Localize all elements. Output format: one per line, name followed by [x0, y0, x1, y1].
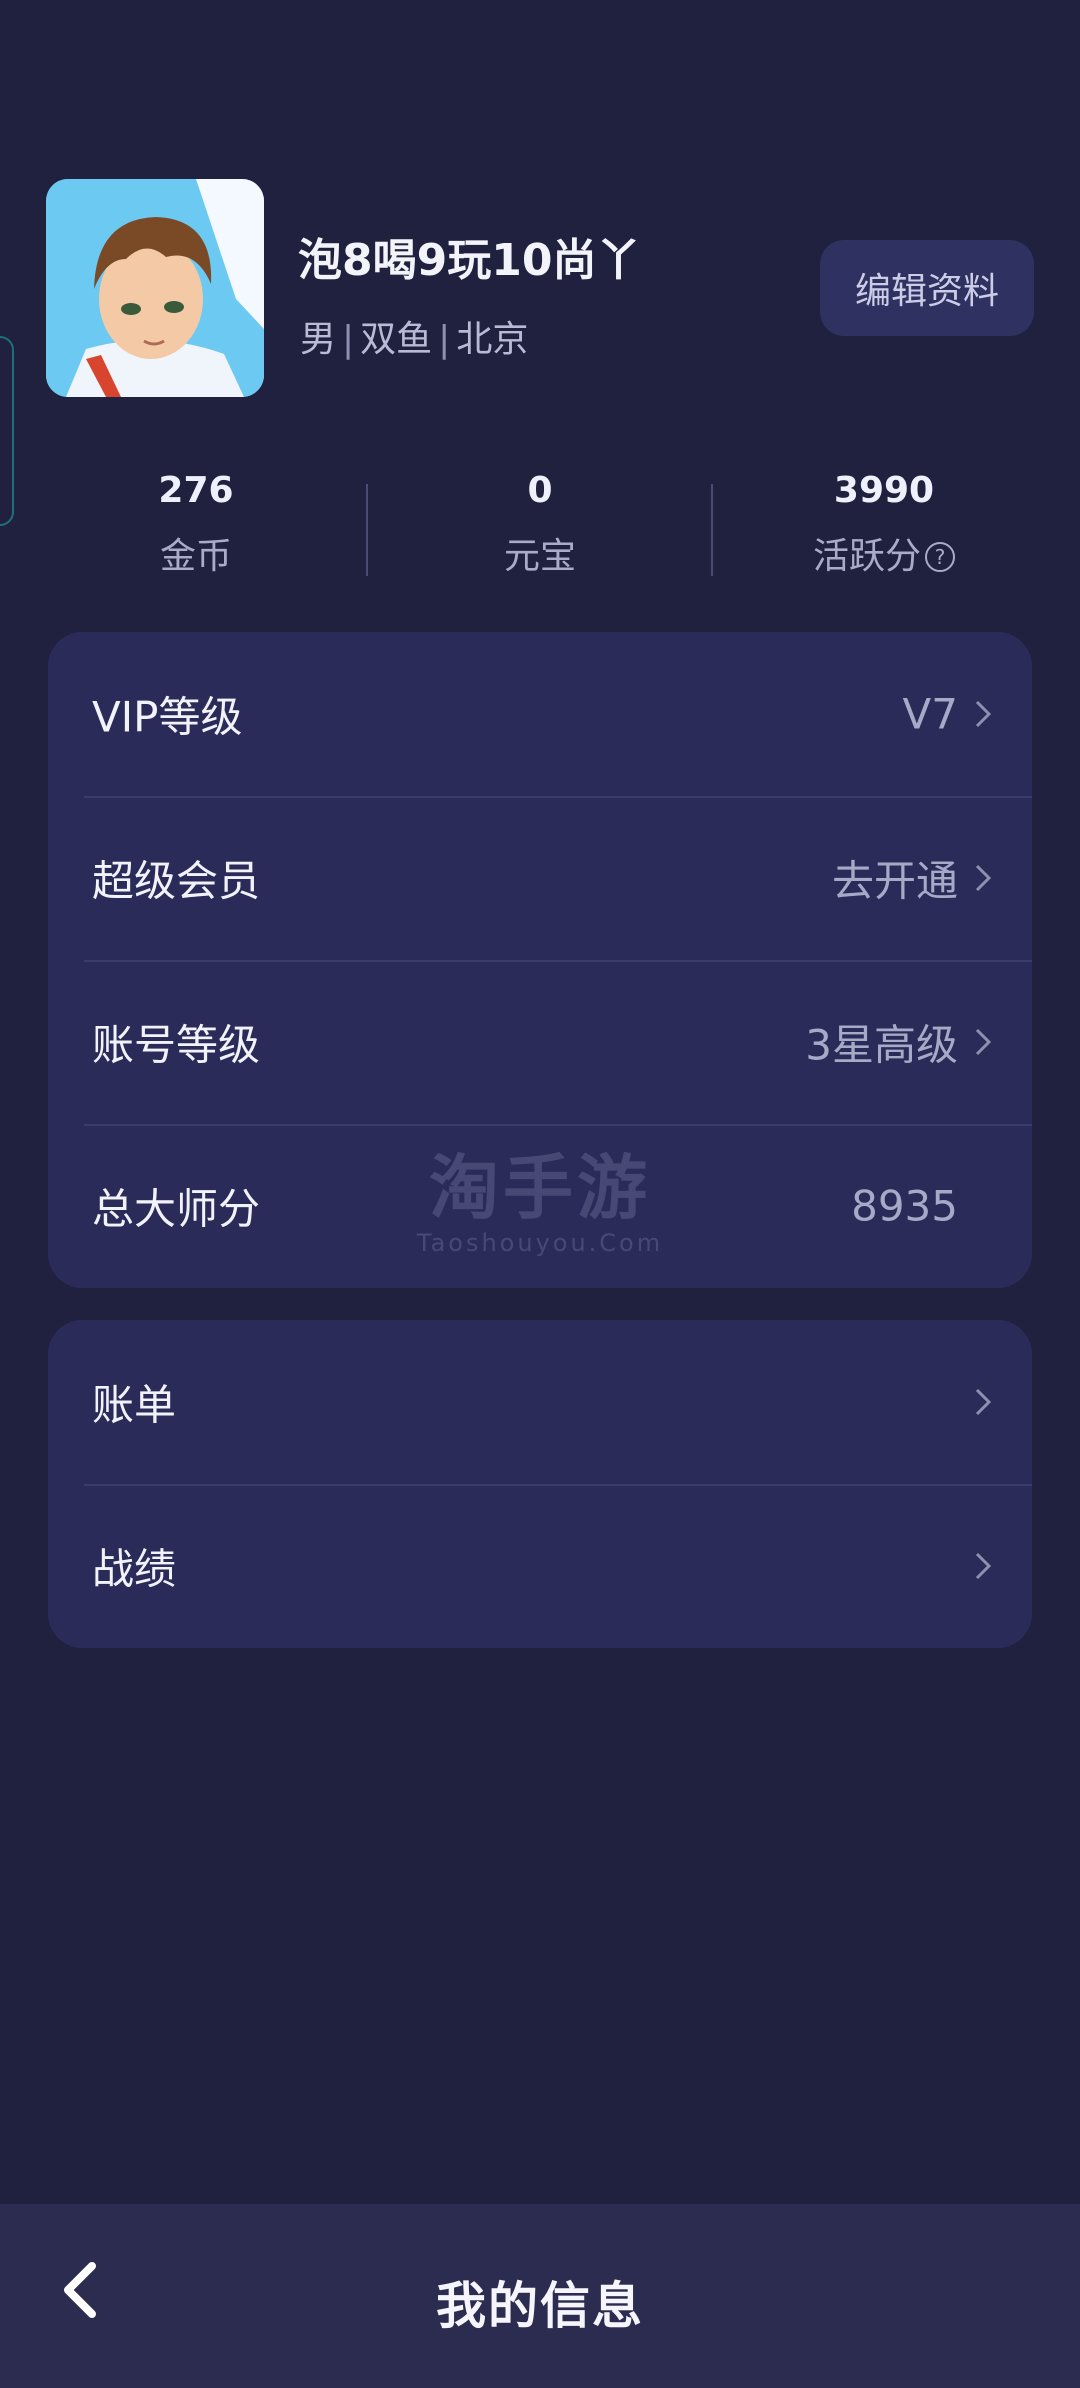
zodiac-text: 双鱼 [360, 319, 433, 360]
row-account-level[interactable]: 账号等级 3星高级 [48, 960, 1032, 1124]
stat-value: 0 [527, 470, 553, 511]
stat-label: 元宝 [503, 536, 576, 577]
help-icon[interactable]: ? [925, 542, 955, 572]
gender-text: 男 [300, 319, 337, 360]
levels-card: VIP等级 V7 超级会员 去开通 账号等级 3星高级 总大师分 8935 [48, 632, 1032, 1288]
chevron-right-icon [975, 1552, 992, 1580]
row-label: 账号等级 [92, 1020, 261, 1070]
stat-ingots[interactable]: 0 元宝 [368, 456, 712, 596]
row-value: 去开通 [831, 856, 958, 906]
chevron-right-icon [975, 864, 992, 892]
row-label: 战绩 [92, 1544, 177, 1594]
page-title: 我的信息 [436, 2277, 644, 2335]
chevron-right-icon [975, 1028, 992, 1056]
row-vip-level[interactable]: VIP等级 V7 [48, 632, 1032, 796]
chevron-right-icon [975, 1388, 992, 1416]
profile-meta: 男 | 双鱼 | 北京 [300, 310, 528, 362]
stat-label: 活跃分? [712, 527, 1056, 579]
row-value: 8935 [851, 1181, 958, 1231]
records-card: 账单 战绩 [48, 1320, 1032, 1648]
stat-value: 276 [158, 470, 234, 511]
avatar[interactable] [46, 179, 264, 397]
city-text: 北京 [456, 319, 529, 360]
chevron-right-icon [975, 700, 992, 728]
row-label: 总大师分 [92, 1184, 261, 1234]
stat-label-text: 活跃分 [812, 536, 921, 577]
row-label: 账单 [92, 1380, 177, 1430]
row-value: 3星高级 [805, 1020, 958, 1070]
edit-profile-button[interactable]: 编辑资料 [820, 240, 1034, 336]
row-super-member[interactable]: 超级会员 去开通 [48, 796, 1032, 960]
bottom-bar: 我的信息 [0, 2204, 1080, 2388]
separator: | [342, 319, 355, 360]
stat-activity[interactable]: 3990 活跃分? [712, 456, 1056, 596]
row-match-record[interactable]: 战绩 [48, 1484, 1032, 1648]
row-label: 超级会员 [92, 856, 261, 906]
row-label: VIP等级 [92, 692, 243, 742]
nickname: 泡8喝9玩10尚丫 [298, 235, 641, 286]
avatar-image [46, 179, 264, 397]
row-master-score: 总大师分 8935 [48, 1124, 1032, 1288]
separator: | [438, 319, 451, 360]
row-value: V7 [902, 689, 958, 739]
stats-row: 276 金币 0 元宝 3990 活跃分? [0, 456, 1080, 596]
stat-value: 3990 [833, 470, 935, 511]
stat-label: 金币 [159, 536, 232, 577]
row-bill[interactable]: 账单 [48, 1320, 1032, 1484]
stat-coins[interactable]: 276 金币 [24, 456, 368, 596]
